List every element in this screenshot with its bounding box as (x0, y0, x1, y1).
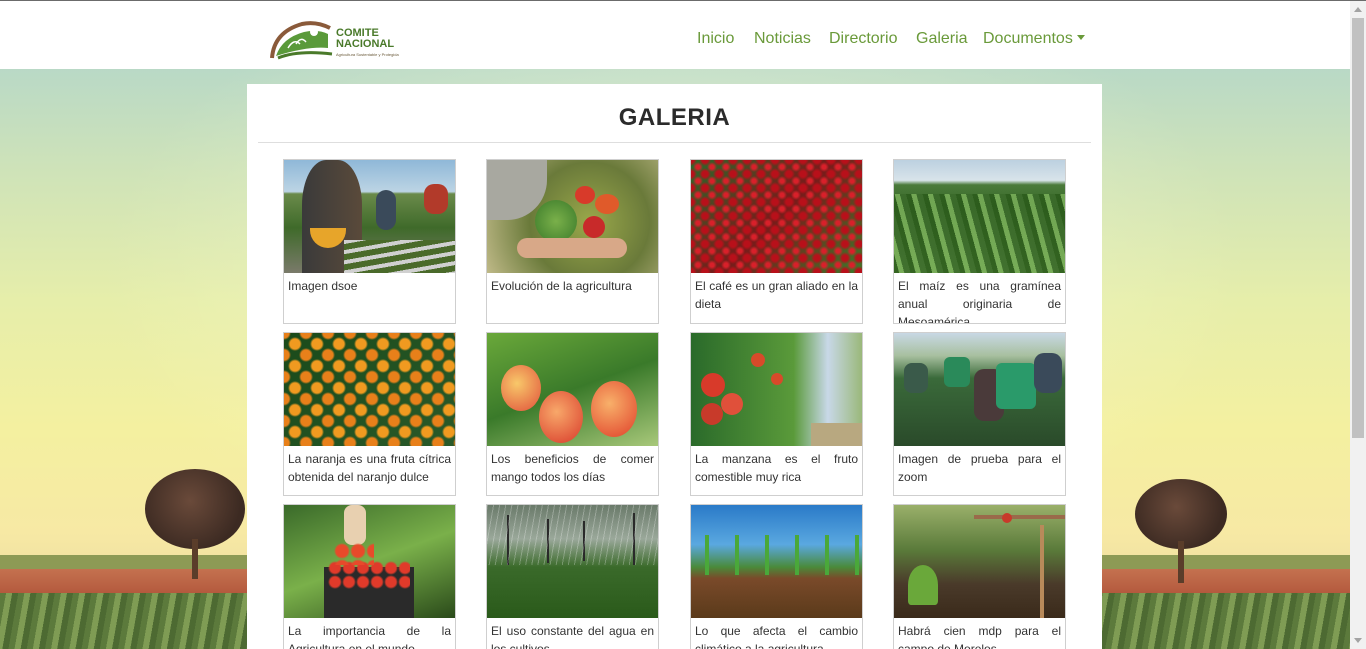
gallery-card[interactable]: Habrá cien mdp para el campo de Morelos (893, 504, 1066, 649)
gallery-image[interactable] (284, 160, 455, 273)
page-title: GALERIA (618, 104, 731, 131)
gallery-caption: El café es un gran aliado en la dieta (695, 279, 858, 311)
gallery-caption: Lo que afecta el cambio climático a la a… (695, 624, 858, 649)
nav-directorio[interactable]: Directorio (829, 30, 897, 48)
gallery-caption: El maíz es una gramínea anual originaria… (898, 279, 1061, 323)
tree-left (140, 469, 250, 579)
gallery-image[interactable] (284, 333, 455, 446)
gallery-card[interactable]: La importancia de la Agricultura en el m… (283, 504, 456, 649)
gallery-caption: El uso constante del agua en los cultivo… (491, 624, 654, 649)
brand-name-line2: NACIONAL (336, 38, 395, 50)
scroll-up-arrow-icon[interactable] (1354, 7, 1362, 12)
gallery-image[interactable] (894, 505, 1065, 618)
gallery-caption: Imagen dsoe (288, 279, 358, 293)
gallery-caption: La naranja es una fruta cítrica obtenida… (288, 452, 451, 484)
gallery-card[interactable]: El uso constante del agua en los cultivo… (486, 504, 659, 649)
gallery-caption: Los beneficios de comer mango todos los … (491, 452, 654, 484)
page-scrollbar[interactable] (1350, 1, 1366, 649)
nav-galeria-label: Galeria (916, 30, 968, 47)
gallery-image[interactable] (487, 333, 658, 446)
gallery-image[interactable] (691, 505, 862, 618)
gallery-caption: Imagen de prueba para el zoom (898, 452, 1061, 484)
scroll-down-arrow-icon[interactable] (1354, 638, 1362, 643)
gallery-card[interactable]: Los beneficios de comer mango todos los … (486, 332, 659, 496)
caret-down-icon (1076, 34, 1085, 40)
gallery-caption: Evolución de la agricultura (491, 279, 632, 293)
logo-mark-icon (270, 21, 333, 60)
gallery-image[interactable] (487, 505, 658, 618)
gallery-image[interactable] (284, 505, 455, 618)
title-divider (258, 142, 1091, 143)
brand-logo[interactable]: COMITE NACIONAL Agricultura Sustentable … (268, 18, 399, 62)
navbar: COMITE NACIONAL Agricultura Sustentable … (0, 1, 1350, 69)
scrollbar-thumb[interactable] (1352, 18, 1364, 438)
gallery-image[interactable] (894, 333, 1065, 446)
nav-documentos-dropdown[interactable]: Documentos (983, 30, 1085, 48)
brand-tagline: Agricultura Sustentable y Protegida (336, 52, 399, 57)
gallery-card[interactable]: El maíz es una gramínea anual originaria… (893, 159, 1066, 324)
gallery-caption: La manzana es el fruto comestible muy ri… (695, 452, 858, 484)
gallery-caption: La importancia de la Agricultura en el m… (288, 624, 451, 649)
nav-documentos-label: Documentos (983, 30, 1073, 47)
gallery-card[interactable]: Imagen dsoe (283, 159, 456, 324)
gallery-card[interactable]: Imagen de prueba para el zoom (893, 332, 1066, 496)
nav-noticias-label: Noticias (754, 30, 811, 47)
gallery-card[interactable]: Lo que afecta el cambio climático a la a… (690, 504, 863, 649)
gallery-image[interactable] (691, 160, 862, 273)
nav-noticias[interactable]: Noticias (754, 30, 811, 48)
gallery-panel: GALERIA Imagen dsoe Evolución de la agri… (247, 84, 1102, 649)
nav-inicio-label: Inicio (697, 30, 735, 47)
nav-directorio-label: Directorio (829, 30, 898, 47)
gallery-image[interactable] (691, 333, 862, 446)
gallery-caption: Habrá cien mdp para el campo de Morelos (898, 624, 1061, 649)
gallery-card[interactable]: El café es un gran aliado en la dieta (690, 159, 863, 324)
gallery-image[interactable] (894, 160, 1065, 273)
gallery-card[interactable]: La manzana es el fruto comestible muy ri… (690, 332, 863, 496)
nav-inicio[interactable]: Inicio (697, 30, 734, 48)
tree-right (1130, 479, 1230, 584)
gallery-card[interactable]: Evolución de la agricultura (486, 159, 659, 324)
nav-galeria[interactable]: Galeria (916, 30, 968, 48)
gallery-card[interactable]: La naranja es una fruta cítrica obtenida… (283, 332, 456, 496)
gallery-image[interactable] (487, 160, 658, 273)
